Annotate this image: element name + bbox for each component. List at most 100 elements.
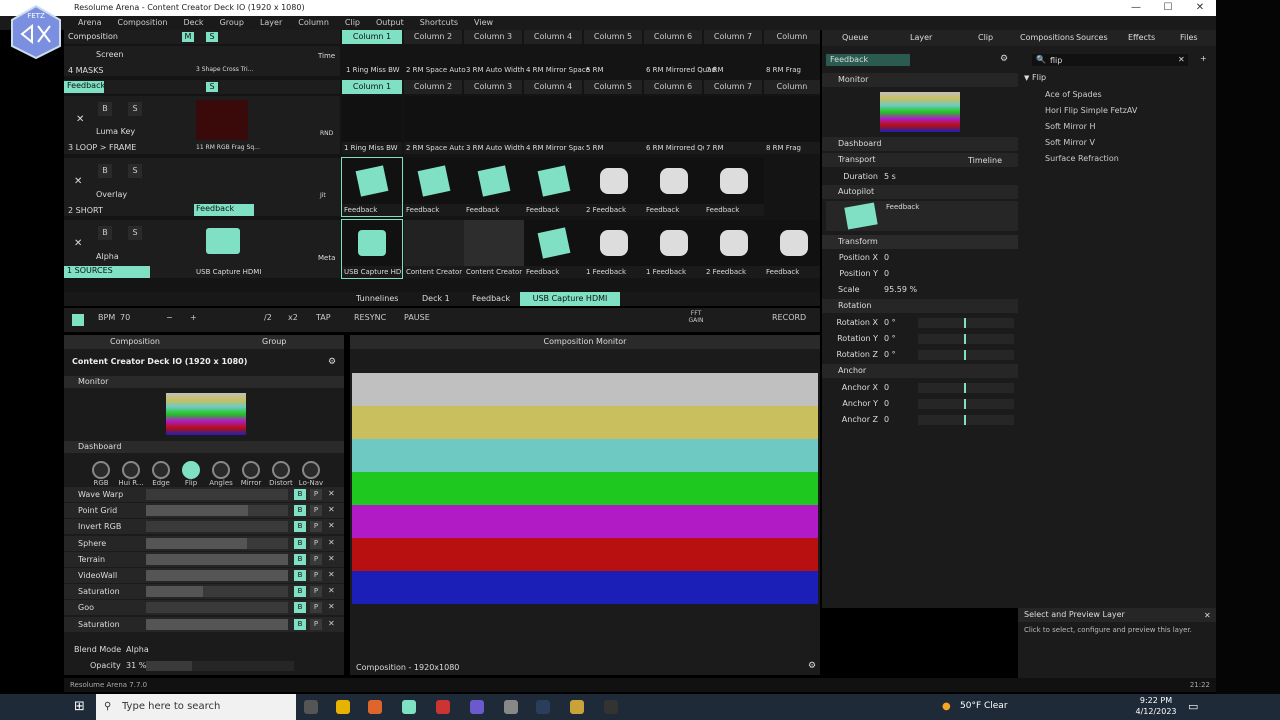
- group-column-1[interactable]: Column 1: [342, 80, 402, 94]
- effect-p-button[interactable]: P: [310, 602, 322, 614]
- composition-monitor-section[interactable]: Monitor: [64, 376, 344, 388]
- firefox-icon[interactable]: [368, 700, 382, 714]
- task-view-icon[interactable]: [304, 700, 318, 714]
- masks-clip-4[interactable]: 4 RM Mirror Space: [526, 66, 590, 74]
- layer-sources-blend[interactable]: Alpha: [96, 252, 119, 261]
- effect-bypass-button[interactable]: B: [294, 618, 306, 630]
- layer-sources-clear[interactable]: ✕: [74, 238, 82, 249]
- layer-loop-bypass[interactable]: B: [98, 102, 112, 116]
- minimize-button[interactable]: —: [1120, 0, 1152, 16]
- effect-remove-icon[interactable]: ✕: [328, 538, 335, 547]
- layer-short-solo[interactable]: S: [128, 164, 142, 178]
- tab-composition[interactable]: Composition: [110, 337, 160, 346]
- clock-time[interactable]: 9:22 PM: [1130, 696, 1182, 705]
- short-clip-1[interactable]: Feedback: [341, 157, 403, 217]
- bpm-value[interactable]: 70: [120, 313, 130, 322]
- comp-bypass-toggle[interactable]: M: [182, 32, 194, 42]
- effect-p-button[interactable]: P: [310, 489, 322, 500]
- effect-row[interactable]: Goo B P ✕: [64, 600, 344, 616]
- layer-short-name[interactable]: 2 SHORT: [68, 206, 103, 215]
- layer-loop-blend[interactable]: Luma Key: [96, 127, 135, 136]
- effect-remove-icon[interactable]: ✕: [328, 570, 335, 579]
- app3-icon[interactable]: [604, 700, 618, 714]
- layer-short-blend[interactable]: Overlay: [96, 190, 127, 199]
- menu-shortcuts[interactable]: Shortcuts: [412, 16, 466, 30]
- sources-clip-5[interactable]: 1 Feedback: [584, 220, 644, 278]
- column-header-5[interactable]: Column 5: [584, 30, 642, 44]
- effect-bypass-button[interactable]: B: [294, 570, 306, 581]
- effect-slider[interactable]: [146, 505, 288, 517]
- bpm-double-button[interactable]: x2: [288, 313, 298, 322]
- effect-row[interactable]: Saturation B P ✕: [64, 616, 344, 632]
- deck-tab-usb-capture[interactable]: USB Capture HDMI: [520, 292, 620, 306]
- sources-clip-3[interactable]: Content Creator D...: [464, 220, 524, 278]
- effect-p-button[interactable]: P: [310, 505, 322, 517]
- taskbar-search[interactable]: ⚲ Type here to search: [96, 694, 296, 720]
- short-clip-2[interactable]: Feedback: [404, 158, 464, 216]
- app2-icon[interactable]: [570, 700, 584, 714]
- notification-icon[interactable]: ▭: [1188, 700, 1198, 713]
- menu-group[interactable]: Group: [212, 16, 252, 30]
- effect-row[interactable]: Terrain B P ✕: [64, 551, 344, 567]
- close-button[interactable]: ✕: [1184, 0, 1216, 16]
- menu-view[interactable]: View: [466, 16, 501, 30]
- layer-sources-solo[interactable]: S: [128, 226, 142, 240]
- layer-monitor-section[interactable]: Monitor: [822, 73, 1018, 87]
- loop-clip-5[interactable]: 5 RM: [584, 96, 644, 154]
- group-column-6[interactable]: Column 6: [644, 80, 702, 94]
- sources-clip-2[interactable]: Content Creator D...: [404, 220, 464, 278]
- effect-bypass-button[interactable]: B: [294, 505, 306, 517]
- tab-compositions[interactable]: Compositions: [1020, 33, 1074, 42]
- effect-slider[interactable]: [146, 618, 288, 630]
- knob-flip[interactable]: [182, 461, 200, 479]
- masks-clip-3[interactable]: 3 RM Auto Width: [466, 66, 525, 74]
- effect-row[interactable]: Invert RGB B P ✕: [64, 519, 344, 535]
- group-column-7[interactable]: Column 7: [704, 80, 762, 94]
- short-clip-7[interactable]: Feedback: [704, 158, 764, 216]
- meta-label[interactable]: Meta: [318, 254, 335, 262]
- discord-icon[interactable]: [470, 700, 484, 714]
- knob-mirror[interactable]: [242, 461, 260, 479]
- tab-sources[interactable]: Sources: [1076, 33, 1108, 42]
- jit-label[interactable]: Jit: [320, 192, 326, 199]
- effect-remove-icon[interactable]: ✕: [328, 619, 335, 628]
- sources-clip-4[interactable]: Feedback: [524, 220, 584, 278]
- settings-icon[interactable]: [504, 700, 518, 714]
- clear-search-icon[interactable]: ✕: [1178, 55, 1185, 64]
- effect-slider[interactable]: [146, 489, 288, 500]
- gear-icon[interactable]: ⚙: [808, 661, 816, 671]
- chevron-down-icon[interactable]: ▼: [1024, 74, 1029, 82]
- layer-sources-name[interactable]: 1 SOURCES: [64, 266, 150, 278]
- column-header-3[interactable]: Column 3: [464, 30, 522, 44]
- loop-clip-1[interactable]: 1 Ring Miss BW: [342, 96, 402, 154]
- record-button[interactable]: RECORD: [772, 313, 806, 322]
- menu-arena[interactable]: Arena: [70, 16, 109, 30]
- effect-bypass-button[interactable]: B: [294, 602, 306, 614]
- knob-hue[interactable]: [122, 461, 140, 479]
- column-header-6[interactable]: Column 6: [644, 30, 702, 44]
- effect-hori-flip[interactable]: Hori Flip Simple FetzAV: [1045, 106, 1137, 115]
- clock-date[interactable]: 4/12/2023: [1130, 707, 1182, 716]
- timeline-select[interactable]: Timeline: [968, 156, 1002, 165]
- resolume-icon[interactable]: [402, 700, 416, 714]
- menu-clip[interactable]: Clip: [337, 16, 368, 30]
- file-explorer-icon[interactable]: [336, 700, 350, 714]
- comp-solo-toggle[interactable]: S: [206, 32, 218, 42]
- loop-clip-2[interactable]: 2 RM Space Auto: [404, 96, 464, 154]
- loop-clip-6[interactable]: 6 RM Mirrored Quad: [644, 96, 704, 154]
- effect-slider[interactable]: [146, 602, 288, 614]
- effect-slider[interactable]: [146, 521, 288, 533]
- windows-start-icon[interactable]: ⊞: [74, 699, 85, 714]
- effect-remove-icon[interactable]: ✕: [328, 554, 335, 563]
- effect-bypass-button[interactable]: B: [294, 586, 306, 598]
- effect-p-button[interactable]: P: [310, 553, 322, 565]
- tab-files[interactable]: Files: [1180, 33, 1198, 42]
- group-feedback-name[interactable]: Feedback: [64, 81, 105, 93]
- knob-rgb[interactable]: [92, 461, 110, 479]
- add-icon[interactable]: +: [1200, 54, 1207, 63]
- short-clip-3[interactable]: Feedback: [464, 158, 524, 216]
- effect-soft-mirror-h[interactable]: Soft Mirror H: [1045, 122, 1095, 131]
- group-column-3[interactable]: Column 3: [464, 80, 522, 94]
- bpm-plus-button[interactable]: +: [190, 313, 197, 322]
- bpm-sync-toggle[interactable]: [72, 314, 84, 326]
